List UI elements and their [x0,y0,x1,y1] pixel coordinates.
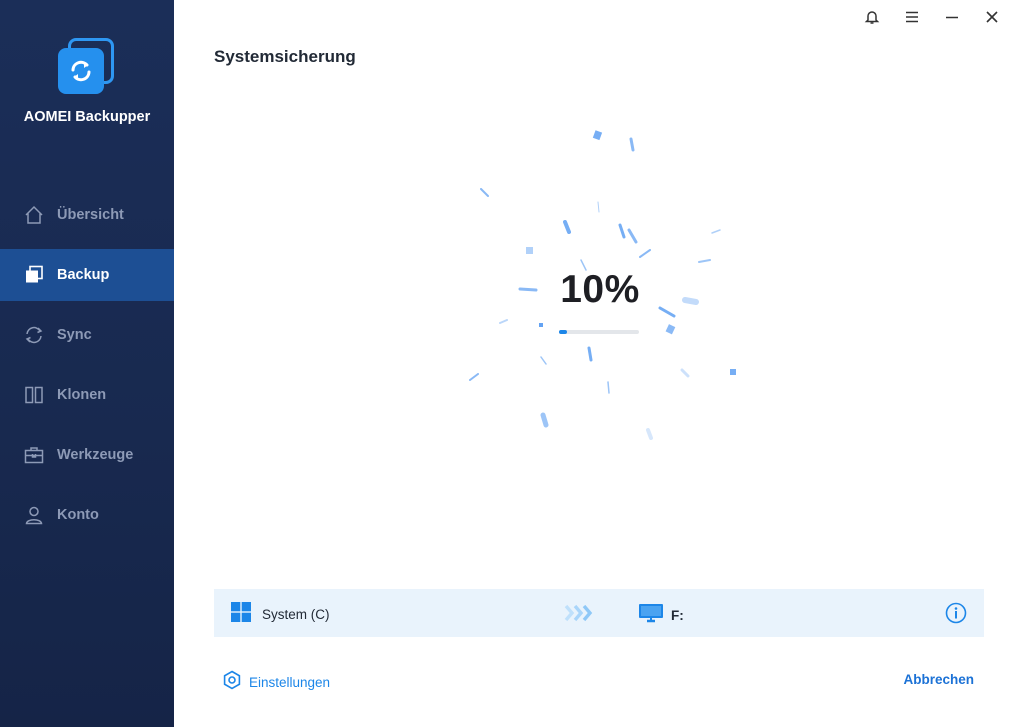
backup-destination: F: [639,602,684,629]
close-icon [984,9,1000,30]
toolbox-icon [24,445,44,465]
sidebar-item-label: Klonen [57,387,107,403]
close-button[interactable] [972,8,1012,30]
settings-label: Einstellungen [249,675,331,690]
info-icon[interactable] [945,602,967,629]
progress-bar [559,330,639,334]
bell-icon [864,9,880,30]
sidebar-item-label: Werkzeuge [57,447,134,463]
sidebar-item-werkzeuge[interactable]: Werkzeuge [0,429,174,481]
notifications-button[interactable] [852,8,892,30]
progress-area: 10% [440,120,760,450]
window-controls [852,8,1012,30]
app-branding: AOMEI Backupper [0,38,174,125]
menu-button[interactable] [892,8,932,30]
gear-icon [222,670,242,695]
sync-icon [24,325,44,345]
backup-source: System (C) [231,602,330,627]
progress-bar-fill [559,330,567,334]
app-name: AOMEI Backupper [23,109,151,125]
settings-button[interactable]: Einstellungen [222,670,330,695]
sidebar-item-label: Konto [57,507,99,523]
sidebar-item-klonen[interactable]: Klonen [0,369,174,421]
sidebar-item-konto[interactable]: Konto [0,489,174,541]
minimize-icon [944,9,960,30]
backup-icon [24,265,44,285]
clone-icon [24,385,44,405]
sidebar-item-label: Backup [57,267,110,283]
sidebar-item-label: Sync [57,327,92,343]
sidebar-nav: Übersicht Backup Sync Klonen Werkzeuge K… [0,189,174,549]
menu-icon [904,9,920,30]
sidebar-item-backup[interactable]: Backup [0,249,174,301]
sidebar-item-sync[interactable]: Sync [0,309,174,361]
cancel-button[interactable]: Abbrechen [903,672,974,687]
sidebar: AOMEI Backupper Übersicht Backup Sync Kl… [0,0,174,727]
minimize-button[interactable] [932,8,972,30]
backupper-logo-icon [58,38,116,96]
monitor-icon [639,602,663,629]
chevrons-right-icon [564,603,596,628]
destination-label: F: [671,608,684,623]
progress-percent: 10% [560,268,640,311]
backup-route-bar: System (C) F: [214,589,984,637]
user-icon [24,505,44,525]
home-icon [24,205,44,225]
page-title: Systemsicherung [214,47,356,66]
windows-icon [231,602,251,627]
source-label: System (C) [262,607,330,622]
sidebar-item-uebersicht[interactable]: Übersicht [0,189,174,241]
sidebar-item-label: Übersicht [57,207,124,223]
